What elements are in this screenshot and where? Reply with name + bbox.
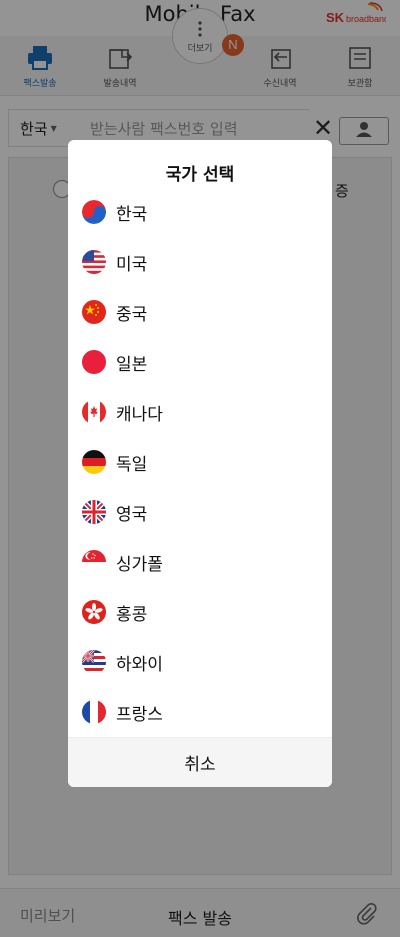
- country-list: 한국 미국 중국 일본 캐나다 독일 영국 싱가폴 홍콩 하와이 프랑스: [68, 187, 332, 737]
- country-name: 홍콩: [116, 604, 148, 625]
- korea-flag-icon: [82, 200, 106, 224]
- country-name: 일본: [116, 354, 148, 375]
- country-item-canada[interactable]: 캐나다: [68, 387, 332, 437]
- country-item-hawaii[interactable]: 하와이: [68, 637, 332, 687]
- dialog-title: 국가 선택: [165, 165, 235, 185]
- country-item-uk[interactable]: 영국: [68, 487, 332, 537]
- country-name: 한국: [116, 204, 148, 225]
- usa-flag-icon: [82, 250, 106, 274]
- country-item-korea[interactable]: 한국: [68, 187, 332, 237]
- country-select-dialog: 국가 선택 한국 미국 중국 일본 캐나다 독일 영국 싱가폴 홍콩 하와이 프…: [68, 140, 332, 787]
- country-item-france[interactable]: 프랑스: [68, 687, 332, 737]
- country-item-germany[interactable]: 독일: [68, 437, 332, 487]
- country-name: 독일: [116, 454, 148, 475]
- hawaii-flag-icon: [82, 650, 106, 674]
- cancel-button[interactable]: 취소: [68, 737, 332, 787]
- country-name: 캐나다: [116, 404, 163, 425]
- country-item-hongkong[interactable]: 홍콩: [68, 587, 332, 637]
- japan-flag-icon: [82, 350, 106, 374]
- germany-flag-icon: [82, 450, 106, 474]
- country-name: 중국: [116, 304, 148, 325]
- country-name: 하와이: [116, 654, 163, 675]
- country-name: 미국: [116, 254, 148, 275]
- country-name: 프랑스: [116, 704, 163, 725]
- country-name: 싱가폴: [116, 554, 163, 575]
- china-flag-icon: [82, 300, 106, 324]
- country-item-usa[interactable]: 미국: [68, 237, 332, 287]
- canada-flag-icon: [82, 400, 106, 424]
- hongkong-flag-icon: [82, 600, 106, 624]
- uk-flag-icon: [82, 500, 106, 524]
- country-item-singapore[interactable]: 싱가폴: [68, 537, 332, 587]
- country-item-japan[interactable]: 일본: [68, 337, 332, 387]
- country-name: 영국: [116, 504, 148, 525]
- france-flag-icon: [82, 700, 106, 724]
- singapore-flag-icon: [82, 550, 106, 574]
- country-item-china[interactable]: 중국: [68, 287, 332, 337]
